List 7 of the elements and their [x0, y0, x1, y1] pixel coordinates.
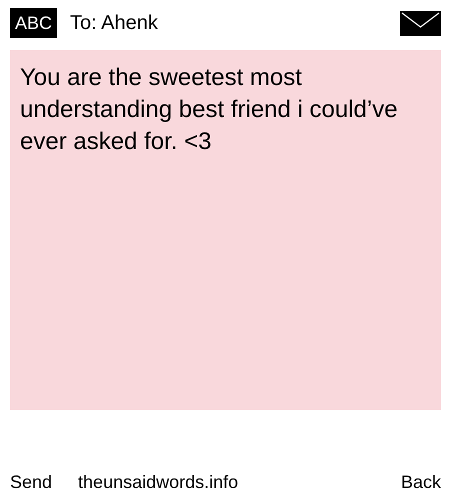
envelope-icon[interactable]: [400, 10, 441, 36]
site-url: theunsaidwords.info: [78, 472, 240, 493]
message-text: You are the sweetest most understanding best friend i could’ve ever asked for. <3: [10, 50, 441, 410]
recipient-label: To: Ahenk: [70, 12, 159, 34]
input-mode-label: ABC: [10, 8, 58, 38]
send-button[interactable]: Send: [10, 472, 52, 493]
back-button[interactable]: Back: [400, 472, 441, 493]
